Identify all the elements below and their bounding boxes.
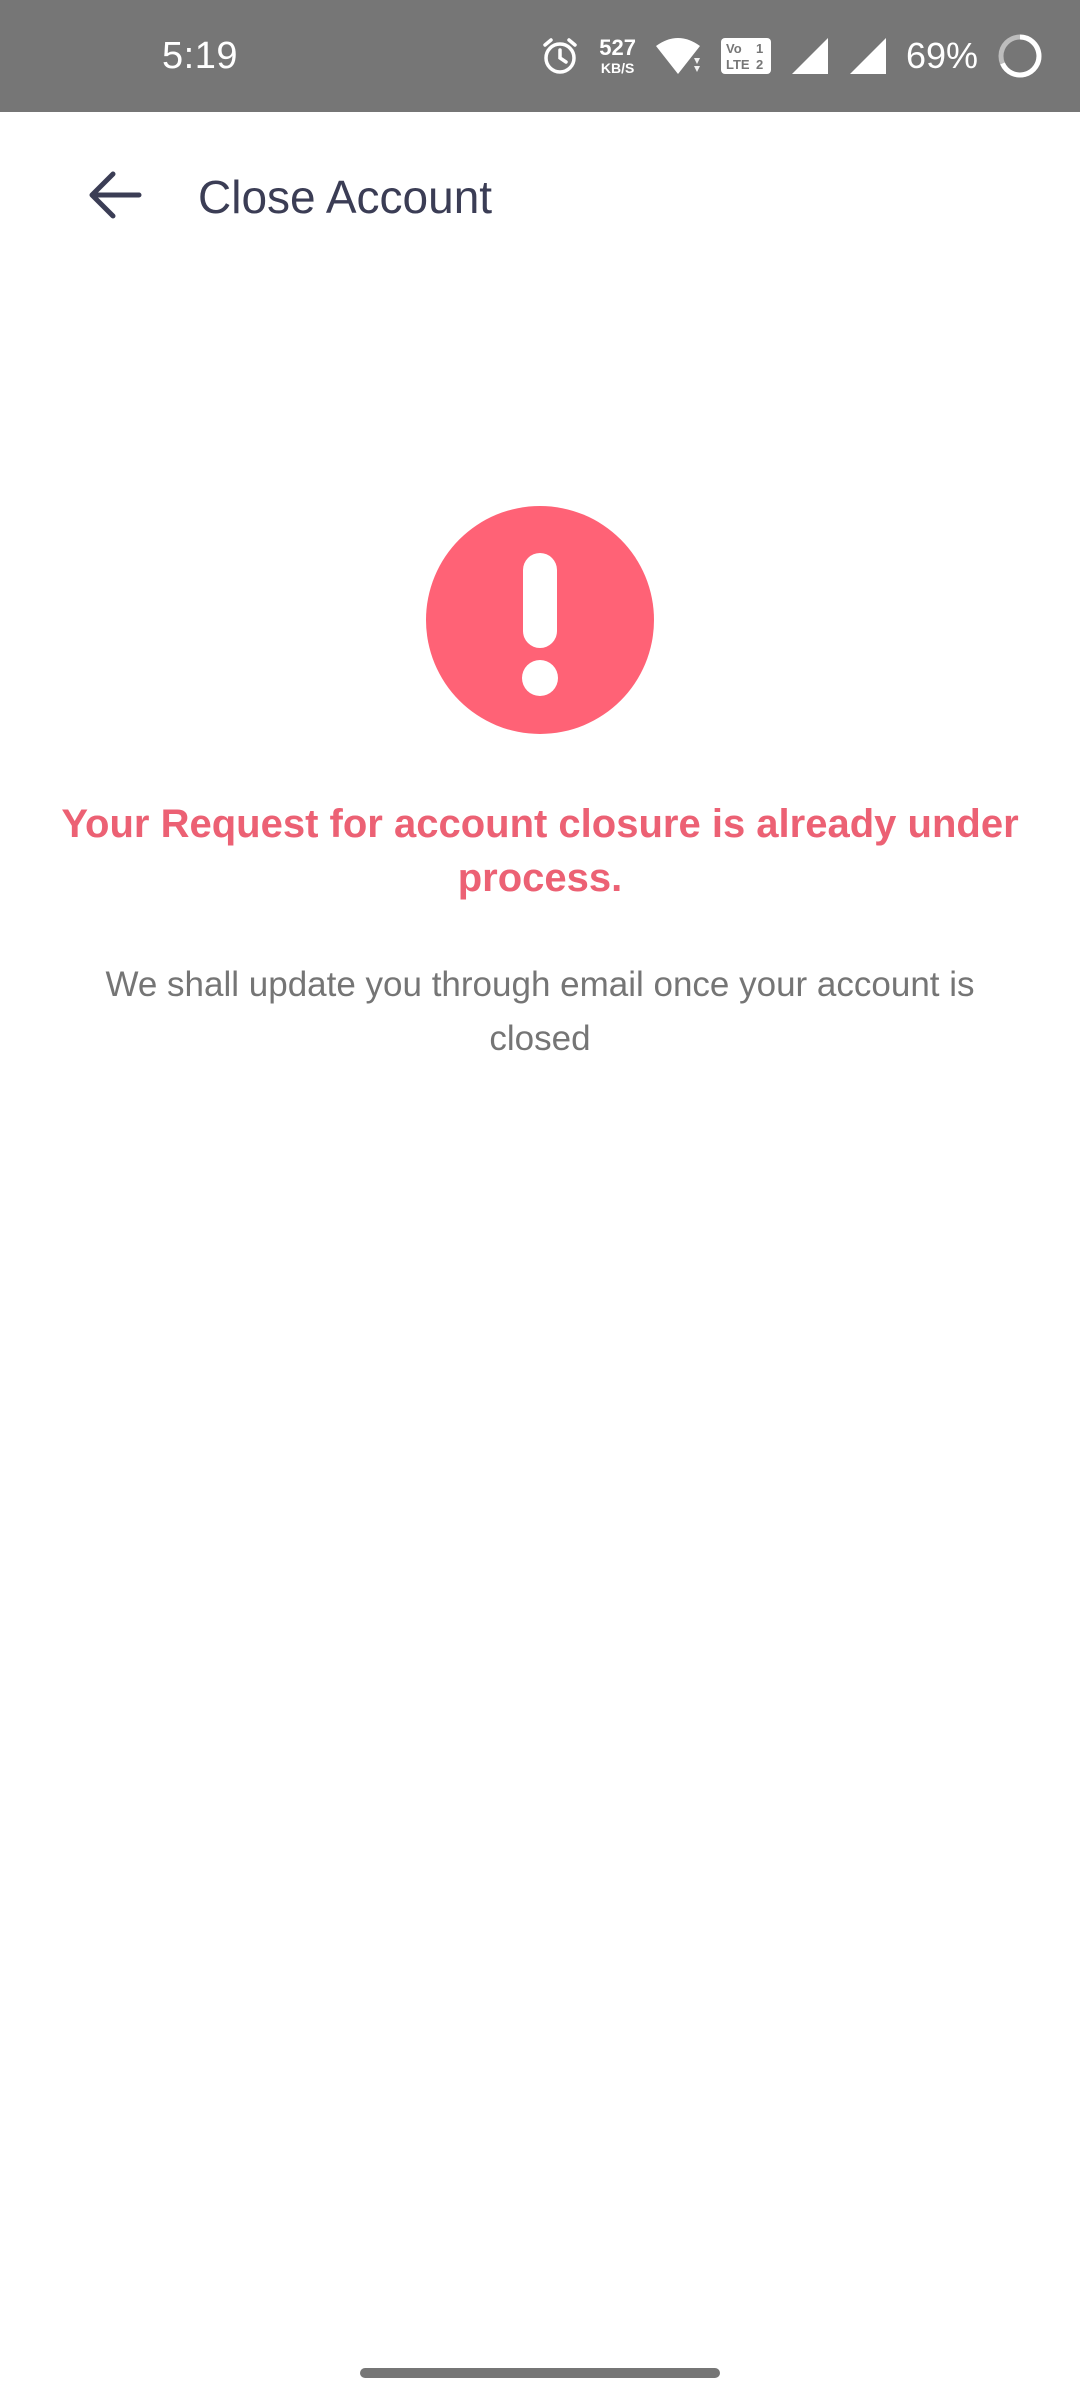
network-speed-value: 527 <box>599 35 636 60</box>
signal-icon <box>790 36 830 76</box>
status-icons: 527 KB/S Vo LTE 1 2 69% <box>539 0 1044 112</box>
svg-text:1: 1 <box>756 41 763 56</box>
closure-status-message: We shall update you through email once y… <box>105 965 975 1058</box>
alarm-icon <box>539 35 581 77</box>
svg-text:Vo: Vo <box>726 41 742 56</box>
exclamation-dot <box>522 660 558 696</box>
svg-text:LTE: LTE <box>726 57 750 72</box>
battery-percentage: 69% <box>905 35 978 76</box>
battery-icon <box>996 32 1044 80</box>
page-title: Close Account <box>198 171 493 223</box>
status-bar: 5:19 527 KB/S Vo LTE 1 2 69% <box>0 0 1080 112</box>
gesture-navigation-bar[interactable] <box>360 2368 720 2378</box>
svg-text:2: 2 <box>756 57 763 72</box>
closure-status-headline: Your Request for account closure is alre… <box>61 802 1019 900</box>
volte-icon: Vo LTE 1 2 <box>720 37 772 75</box>
network-speed: 527 KB/S <box>599 35 636 76</box>
status-time: 5:19 <box>162 35 238 77</box>
exclamation-circle-icon <box>426 506 654 734</box>
signal-icon <box>848 36 888 76</box>
app-bar: Close Account <box>0 112 1080 282</box>
wifi-icon <box>654 36 702 76</box>
network-speed-unit: KB/S <box>600 60 635 76</box>
back-button[interactable] <box>70 157 160 237</box>
exclamation-bar <box>523 553 557 648</box>
arrow-left-icon <box>87 170 143 225</box>
